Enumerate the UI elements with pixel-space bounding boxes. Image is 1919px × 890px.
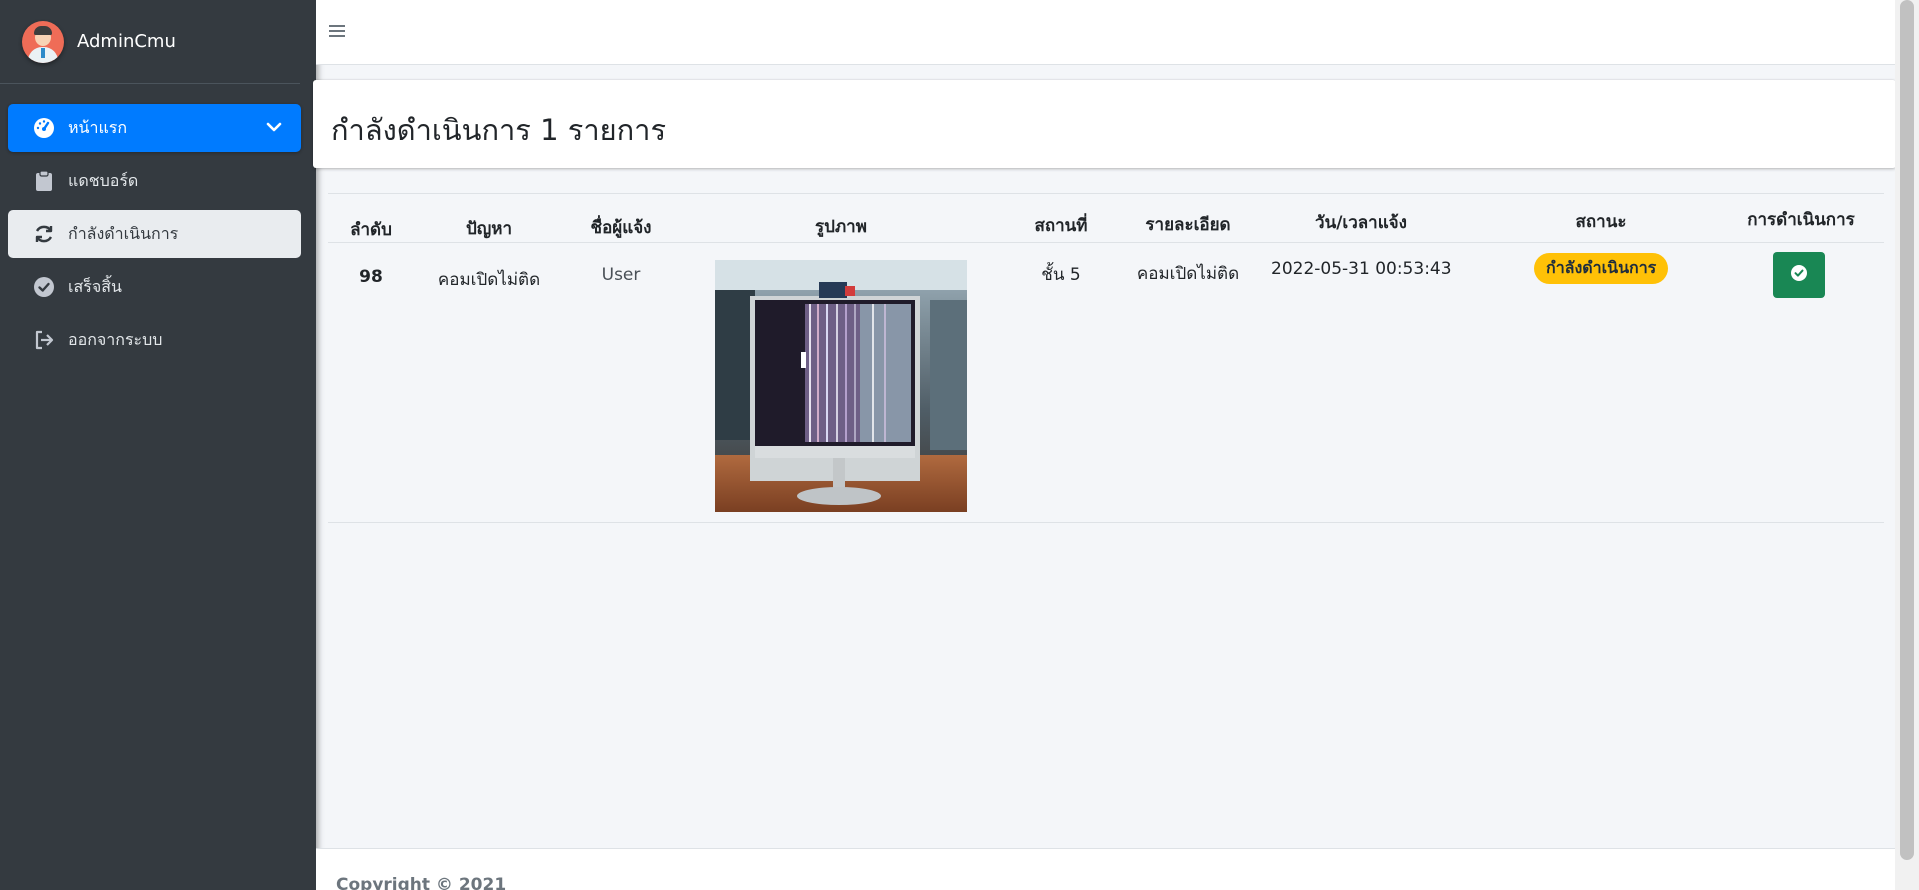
sidebar-item-home[interactable]: หน้าแรก: [8, 104, 301, 152]
content-header-card: กำลังดำเนินการ 1 รายการ: [313, 80, 1896, 168]
page-scrollbar[interactable]: [1895, 0, 1919, 890]
sidebar-item-label: ออกจากระบบ: [68, 329, 163, 349]
hamburger-menu-icon[interactable]: [326, 20, 350, 44]
check-circle-icon: [32, 275, 56, 299]
cell-detail: คอมเปิดไม่ติด: [1136, 264, 1240, 284]
column-header-action: การดำเนินการ: [1747, 210, 1855, 230]
column-header-order: ลำดับ: [350, 220, 392, 240]
table-top-border: [328, 193, 1884, 194]
footer: Copyright © 2021: [316, 848, 1895, 890]
column-header-image: รูปภาพ: [815, 217, 867, 237]
sidebar-nav: หน้าแรก แดชบอร์ด กำลังดำเนินการ เสร็จสิ้…: [0, 84, 316, 364]
table-header-border: [328, 242, 1884, 243]
cell-datetime: 2022-05-31 00:53:43: [1271, 259, 1452, 279]
copyright-text: Copyright © 2021: [336, 875, 507, 890]
cell-order: 98: [359, 267, 383, 287]
brand[interactable]: AdminCmu: [0, 0, 300, 84]
sidebar-item-label: กำลังดำเนินการ: [68, 223, 179, 243]
sidebar-item-logout[interactable]: ออกจากระบบ: [8, 316, 301, 364]
cell-problem: คอมเปิดไม่ติด: [437, 270, 541, 290]
column-header-detail: รายละเอียด: [1145, 215, 1231, 235]
chevron-down-icon[interactable]: [263, 116, 285, 138]
scrollbar-thumb[interactable]: [1900, 0, 1914, 860]
admin-avatar: [22, 20, 64, 63]
clipboard-icon: [32, 169, 56, 193]
dashboard-gauge-icon: [32, 116, 56, 140]
check-circle-icon: [1790, 264, 1808, 286]
table-row-border: [328, 522, 1884, 523]
top-navbar: [316, 0, 1895, 65]
reports-table: ลำดับ ปัญหา ชื่อผู้แจ้ง รูปภาพ สถานที่ ร…: [316, 180, 1884, 530]
sync-icon: [32, 222, 56, 246]
column-header-reporter: ชื่อผู้แจ้ง: [590, 218, 652, 238]
page-title: กำลังดำเนินการ 1 รายการ: [331, 113, 667, 147]
column-header-status: สถานะ: [1575, 212, 1627, 232]
report-photo[interactable]: [715, 260, 967, 512]
column-header-problem: ปัญหา: [465, 219, 513, 239]
cell-reporter: User: [601, 265, 641, 285]
status-badge: กำลังดำเนินการ: [1534, 253, 1669, 284]
sidebar-item-dashboard[interactable]: แดชบอร์ด: [8, 157, 301, 205]
sidebar-item-label: แดชบอร์ด: [68, 170, 139, 190]
sidebar-item-in-progress[interactable]: กำลังดำเนินการ: [8, 210, 301, 258]
sign-out-icon: [32, 328, 56, 352]
complete-task-button[interactable]: [1773, 252, 1825, 298]
column-header-location: สถานที่: [1034, 216, 1088, 236]
sidebar-item-label: หน้าแรก: [68, 117, 128, 137]
sidebar: AdminCmu หน้าแรก แดชบอร์ด กำลังดำเนินการ: [0, 0, 316, 890]
sidebar-item-completed[interactable]: เสร็จสิ้น: [8, 263, 301, 311]
cell-location: ชั้น 5: [1041, 265, 1081, 285]
brand-name: AdminCmu: [77, 31, 176, 52]
column-header-datetime: วัน/เวลาแจ้ง: [1315, 213, 1407, 233]
sidebar-item-label: เสร็จสิ้น: [68, 276, 122, 296]
